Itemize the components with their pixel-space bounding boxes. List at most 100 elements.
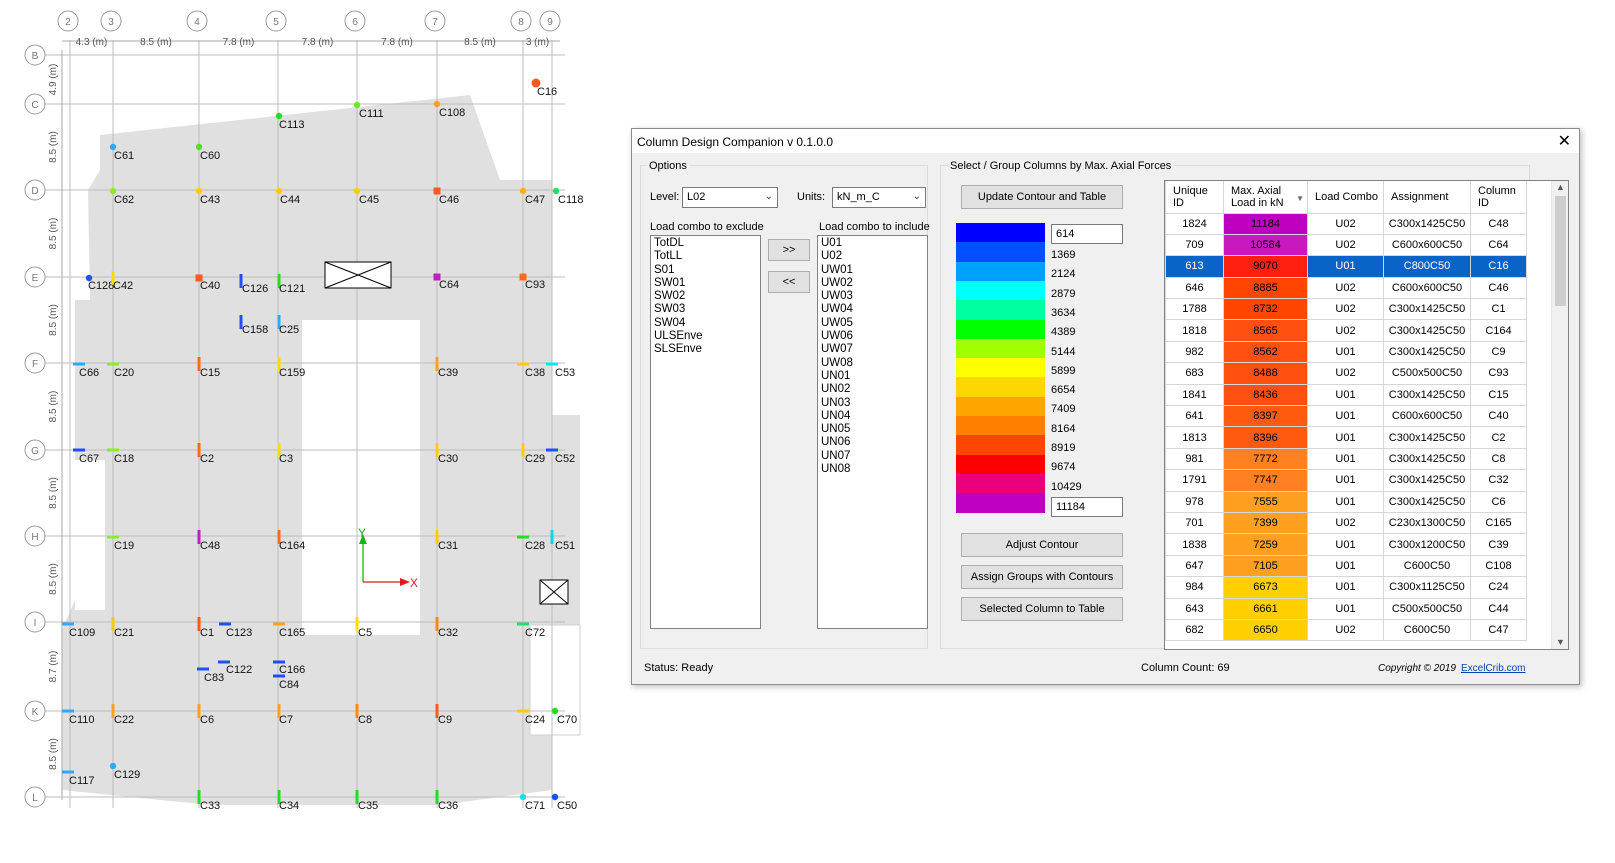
column-marker[interactable] — [219, 622, 231, 626]
update-contour-button[interactable]: Update Contour and Table — [961, 185, 1123, 209]
include-list-item[interactable]: UW03 — [821, 290, 924, 303]
column-marker[interactable] — [517, 362, 529, 366]
selected-column-button[interactable]: Selected Column to Table — [961, 597, 1123, 621]
column-marker[interactable] — [273, 674, 285, 678]
adjust-contour-button[interactable]: Adjust Contour — [961, 533, 1123, 557]
website-link[interactable]: ExcelCrib.com — [1461, 663, 1525, 674]
exclude-list-item[interactable]: TotLL — [654, 250, 757, 263]
column-marker[interactable] — [73, 448, 85, 452]
header-column-id[interactable]: Column ID — [1470, 181, 1527, 214]
column-marker[interactable] — [107, 448, 119, 452]
scroll-down-icon[interactable]: ▼ — [1556, 637, 1565, 647]
close-icon[interactable]: ✕ — [1558, 131, 1571, 151]
column-marker[interactable] — [517, 709, 529, 713]
column-marker[interactable] — [517, 535, 529, 539]
column-marker[interactable] — [273, 622, 285, 626]
exclude-list-item[interactable]: TotDL — [654, 237, 757, 250]
exclude-list-item[interactable]: SW02 — [654, 290, 757, 303]
table-row[interactable]: 683 8488 U02 C500x500C50 C93 — [1165, 362, 1527, 385]
column-marker[interactable] — [546, 448, 558, 452]
results-table[interactable]: Unique ID Max. Axial Load in kN ▼ Load Co… — [1164, 180, 1569, 650]
table-row[interactable]: 613 9070 U01 C800C50 C16 — [1165, 255, 1527, 278]
table-row[interactable]: 1838 7259 U01 C300x1200C50 C39 — [1165, 533, 1527, 556]
move-right-button[interactable]: >> — [768, 239, 810, 261]
include-list-item[interactable]: UN05 — [821, 423, 924, 436]
include-list-item[interactable]: UN04 — [821, 410, 924, 423]
grid-bubble-label: 6 — [352, 17, 358, 28]
legend-max-input[interactable]: 11184 — [1051, 497, 1123, 517]
table-row[interactable]: 982 8562 U01 C300x1425C50 C9 — [1165, 340, 1527, 364]
level-select[interactable]: L02 ⌄ — [682, 187, 778, 208]
table-row[interactable]: 984 6673 U01 C300x1125C50 C24 — [1165, 576, 1527, 599]
include-list-item[interactable]: U02 — [821, 250, 924, 263]
include-list-item[interactable]: UW01 — [821, 264, 924, 277]
include-list-item[interactable]: UN01 — [821, 370, 924, 383]
column-marker[interactable] — [197, 667, 209, 671]
table-row[interactable]: 1841 8436 U01 C300x1425C50 C15 — [1165, 383, 1527, 407]
include-list-item[interactable]: UW02 — [821, 277, 924, 290]
table-row[interactable]: 1824 11184 U02 C300x1425C50 C48 — [1165, 212, 1527, 235]
table-row[interactable]: 1818 8565 U02 C300x1425C50 C164 — [1165, 319, 1527, 342]
table-row[interactable]: 1788 8732 U02 C300x1425C50 C1 — [1165, 298, 1527, 321]
dim-label-x: 3 (m) — [526, 37, 549, 48]
column-C118[interactable]: C118 — [552, 187, 584, 206]
assign-groups-button[interactable]: Assign Groups with Contours — [961, 565, 1123, 589]
column-marker[interactable] — [62, 709, 74, 713]
exclude-list-item[interactable]: SW04 — [654, 317, 757, 330]
table-row[interactable]: 981 7772 U01 C300x1425C50 C8 — [1165, 447, 1527, 471]
move-left-button[interactable]: << — [768, 271, 810, 293]
table-row[interactable]: 1791 7747 U01 C300x1425C50 C32 — [1165, 469, 1527, 492]
include-list-item[interactable]: UW07 — [821, 343, 924, 356]
title-bar[interactable]: Column Design Companion v 0.1.0.0 ✕ — [632, 129, 1579, 153]
dim-label-x: 4.3 (m) — [76, 37, 108, 48]
column-marker[interactable] — [550, 530, 554, 544]
scroll-up-icon[interactable]: ▲ — [1556, 182, 1565, 192]
exclude-listbox[interactable]: TotDL TotLL S01 SW01 SW02 SW03 SW04 ULSEnve SLSE… — [650, 235, 761, 629]
column-marker[interactable] — [107, 535, 119, 539]
exclude-list-item[interactable]: ULSEnve — [654, 330, 757, 343]
include-list-item[interactable]: UW08 — [821, 357, 924, 370]
include-list-item[interactable]: UW04 — [821, 303, 924, 316]
include-list-item[interactable]: UN07 — [821, 450, 924, 463]
table-row[interactable]: 647 7105 U01 C600C50 C108 — [1165, 554, 1527, 578]
include-list-item[interactable]: UN03 — [821, 397, 924, 410]
table-row[interactable]: 682 6650 U02 C600C50 C47 — [1165, 618, 1527, 642]
column-marker[interactable] — [546, 362, 558, 366]
include-listbox[interactable]: U01 U02 UW01 UW02 UW03 UW04 UW05 UW06 UW07 UW08 UN… — [817, 235, 928, 629]
exclude-list-item[interactable]: SW01 — [654, 277, 757, 290]
scroll-thumb[interactable] — [1555, 196, 1566, 306]
include-list-item[interactable]: UN06 — [821, 436, 924, 449]
table-row[interactable]: 701 7399 U02 C230x1300C50 C165 — [1165, 511, 1527, 535]
column-C16[interactable]: C16 — [531, 78, 558, 99]
table-row[interactable]: 1813 8396 U01 C300x1425C50 C2 — [1165, 426, 1527, 449]
column-marker[interactable] — [517, 622, 529, 626]
exclude-list-item[interactable]: SLSEnve — [654, 343, 757, 356]
header-max-axial[interactable]: Max. Axial Load in kN ▼ — [1223, 181, 1308, 214]
include-list-item[interactable]: U01 — [821, 237, 924, 250]
include-list-item[interactable]: UW06 — [821, 330, 924, 343]
include-list-item[interactable]: UN08 — [821, 463, 924, 476]
legend-swatch — [956, 435, 1045, 456]
column-label: C67 — [79, 453, 99, 465]
table-row[interactable]: 709 10584 U02 C600x600C50 C64 — [1165, 233, 1527, 257]
column-marker[interactable] — [62, 622, 74, 626]
include-list-item[interactable]: UW05 — [821, 317, 924, 330]
exclude-list-item[interactable]: S01 — [654, 264, 757, 277]
column-marker[interactable] — [62, 770, 74, 774]
units-select[interactable]: kN_m_C ⌄ — [832, 187, 926, 208]
include-list-item[interactable]: UN02 — [821, 383, 924, 396]
table-row[interactable]: 646 8885 U02 C600x600C50 C46 — [1165, 276, 1527, 300]
column-marker[interactable] — [107, 362, 119, 366]
header-unique-id[interactable]: Unique ID — [1165, 181, 1224, 214]
exclude-list-item[interactable]: SW03 — [654, 303, 757, 316]
column-C111[interactable]: C111 — [353, 101, 384, 120]
table-row[interactable]: 643 6661 U01 C500x500C50 C44 — [1165, 597, 1527, 620]
table-row[interactable]: 978 7555 U01 C300x1425C50 C6 — [1165, 490, 1527, 513]
legend-min-input[interactable]: 614 — [1051, 224, 1123, 244]
column-marker[interactable] — [73, 362, 85, 366]
structural-plan[interactable]: 2 3 4 5 6 7 8 9 B C D E F G H I K L 4.3 (m) 8.5 (m) 7.8 (m)… — [0, 0, 610, 863]
header-load-combo[interactable]: Load Combo — [1307, 181, 1384, 214]
table-scrollbar[interactable]: ▲ ▼ — [1551, 181, 1568, 649]
header-assignment[interactable]: Assignment — [1383, 181, 1471, 214]
table-row[interactable]: 641 8397 U01 C600x600C50 C40 — [1165, 405, 1527, 428]
